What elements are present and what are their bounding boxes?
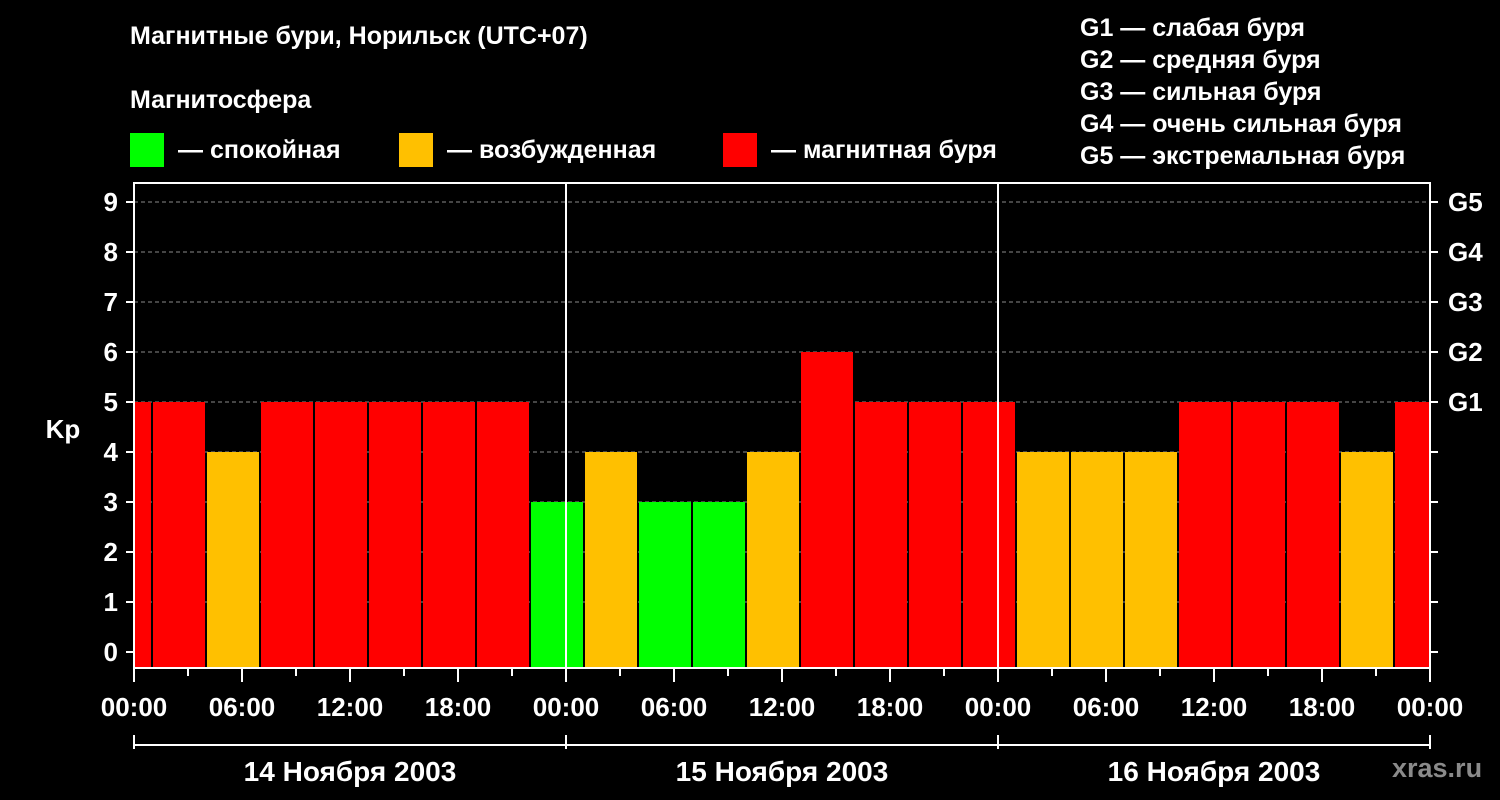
- x-tick-label: 18:00: [857, 692, 924, 722]
- kp-bar: [369, 402, 421, 668]
- kp-bar: [315, 402, 367, 668]
- g-tick-label: G3: [1448, 287, 1483, 317]
- g-tick-label: G4: [1448, 237, 1483, 267]
- day-label: 15 Ноября 2003: [676, 756, 889, 787]
- x-tick-label: 00:00: [533, 692, 600, 722]
- watermark: xras.ru: [1392, 753, 1483, 783]
- kp-bar: [153, 402, 205, 668]
- kp-bar: [963, 402, 1015, 668]
- kp-bar: [531, 502, 583, 668]
- kp-bar: [1395, 402, 1430, 668]
- x-tick-label: 12:00: [1181, 692, 1248, 722]
- kp-bar: [1071, 452, 1123, 668]
- y-tick-label: 6: [104, 337, 118, 367]
- y-tick-label: 1: [104, 587, 118, 617]
- x-tick-label: 12:00: [317, 692, 384, 722]
- x-tick-label: 00:00: [965, 692, 1032, 722]
- x-tick-label: 06:00: [1073, 692, 1140, 722]
- g-tick-label: G1: [1448, 387, 1483, 417]
- y-tick-label: 4: [104, 437, 119, 467]
- kp-bar: [1017, 452, 1069, 668]
- x-tick-label: 06:00: [641, 692, 708, 722]
- x-tick-label: 06:00: [209, 692, 276, 722]
- g-tick-label: G5: [1448, 187, 1483, 217]
- kp-bar: [477, 402, 529, 668]
- kp-bar: [801, 352, 853, 668]
- y-tick-label: 5: [104, 387, 118, 417]
- kp-bar: [207, 452, 259, 668]
- kp-bar: [909, 402, 961, 668]
- kp-bar: [693, 502, 745, 668]
- x-tick-label: 00:00: [101, 692, 168, 722]
- day-label: 14 Ноября 2003: [244, 756, 457, 787]
- x-tick-label: 18:00: [1289, 692, 1356, 722]
- bars-group: [134, 352, 1430, 668]
- kp-bar: [639, 502, 691, 668]
- y-axis-label: Kp: [46, 414, 81, 444]
- y-tick-label: 9: [104, 187, 118, 217]
- x-tick-label: 00:00: [1397, 692, 1464, 722]
- x-tick-label: 18:00: [425, 692, 492, 722]
- kp-bar: [855, 402, 907, 668]
- kp-bar: [423, 402, 475, 668]
- y-tick-label: 0: [104, 637, 118, 667]
- kp-bar: [585, 452, 637, 668]
- g-tick-label: G2: [1448, 337, 1483, 367]
- kp-bar: [1125, 452, 1177, 668]
- kp-bar: [1341, 452, 1393, 668]
- y-tick-label: 8: [104, 237, 118, 267]
- y-tick-label: 3: [104, 487, 118, 517]
- kp-bar: [261, 402, 313, 668]
- kp-bar: [1233, 402, 1285, 668]
- kp-bar: [1287, 402, 1339, 668]
- kp-bar: [747, 452, 799, 668]
- y-tick-label: 2: [104, 537, 118, 567]
- day-label: 16 Ноября 2003: [1108, 756, 1321, 787]
- kp-bar: [1179, 402, 1231, 668]
- x-tick-label: 12:00: [749, 692, 816, 722]
- y-tick-label: 7: [104, 287, 118, 317]
- kp-bar-chart: 0 1 2 3 4 5 6 7 8 9 G1 G2 G3 G4 G5 Kp 00:00 06:00 12:00 18:…: [46, 182, 1483, 787]
